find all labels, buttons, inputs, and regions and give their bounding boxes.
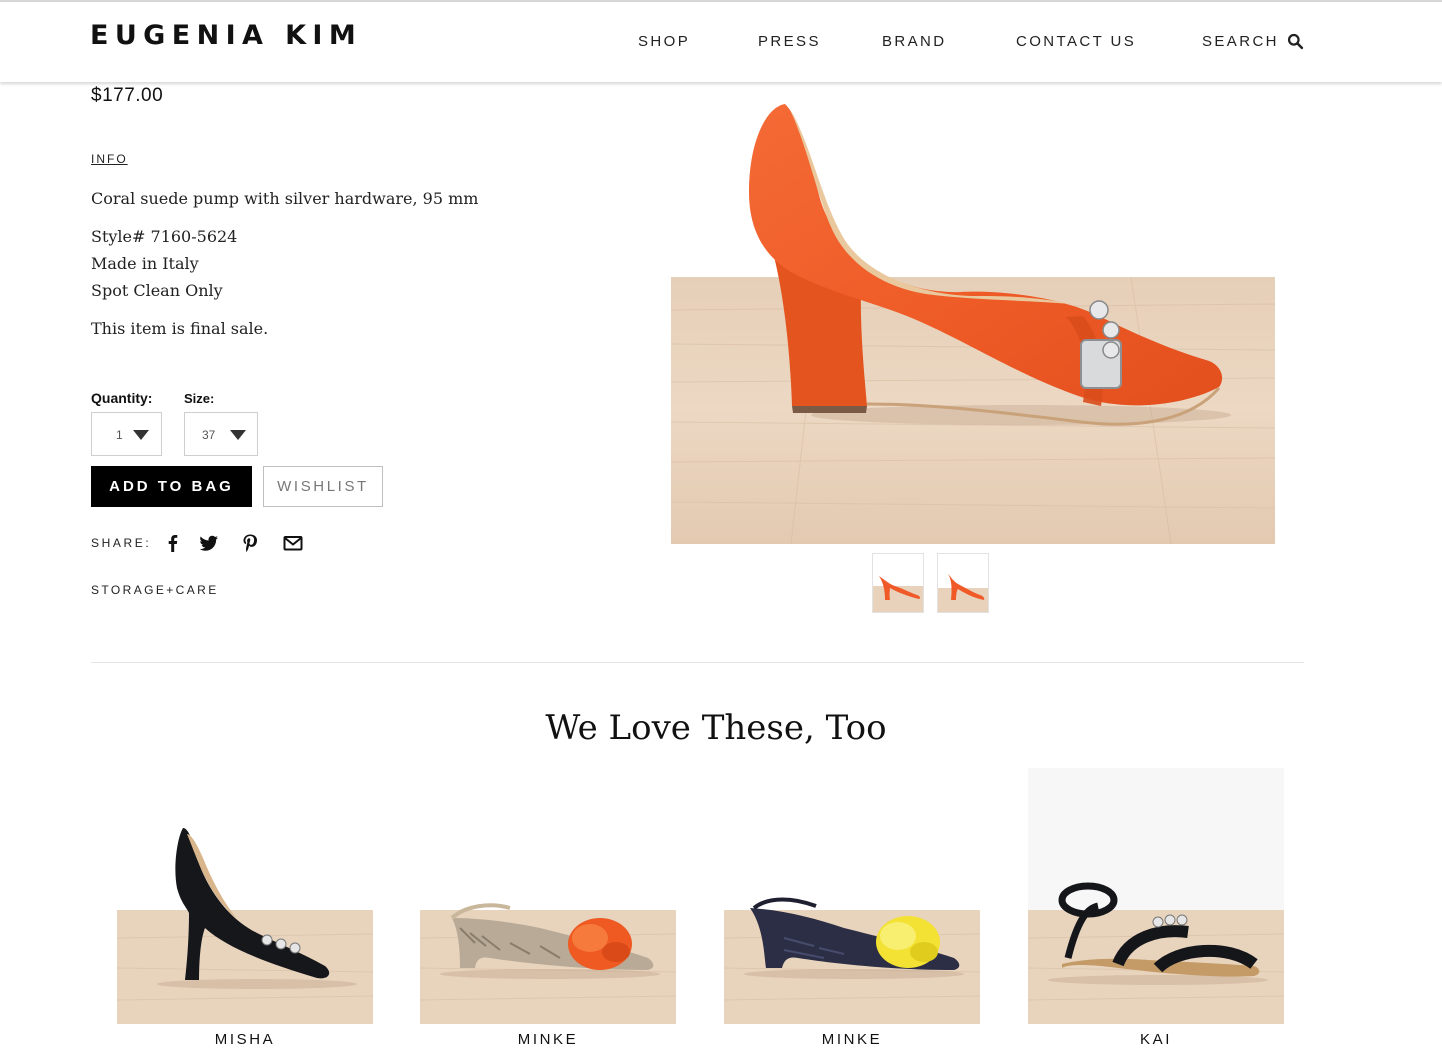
nav-contact-us[interactable]: CONTACT US — [1016, 33, 1136, 50]
product-description: Coral suede pump with silver hardware, 9… — [91, 189, 479, 208]
size-select[interactable]: 37 — [184, 412, 258, 456]
info-tab[interactable]: INFO — [91, 152, 128, 166]
nav-shop[interactable]: SHOP — [638, 33, 690, 50]
related-product-card[interactable]: MINKE — [724, 768, 980, 1060]
size-label: Size: — [184, 391, 215, 406]
product-origin: Made in Italy — [91, 254, 199, 273]
site-header: EUGENIA KIM SHOP PRESS BRAND CONTACT US … — [0, 0, 1442, 82]
product-style-number: Style# 7160-5624 — [91, 227, 238, 246]
related-section-title: We Love These, Too — [545, 708, 887, 748]
storage-care-link[interactable]: STORAGE+CARE — [91, 583, 219, 597]
product-image[interactable] — [724, 768, 980, 1024]
product-price: $177.00 — [91, 85, 164, 106]
share-label: SHARE: — [91, 536, 152, 550]
nav-brand[interactable]: BRAND — [882, 33, 947, 50]
product-name[interactable]: MISHA — [117, 1031, 373, 1048]
related-product-card[interactable]: KAI — [1028, 768, 1284, 1060]
product-image[interactable] — [117, 768, 373, 1024]
email-icon[interactable] — [282, 532, 304, 554]
nav-search[interactable]: SEARCH — [1202, 33, 1279, 50]
thumbnail-2[interactable] — [937, 553, 989, 613]
product-care: Spot Clean Only — [91, 281, 223, 300]
related-product-card[interactable]: MISHA — [117, 768, 373, 1060]
chevron-down-icon — [230, 430, 246, 440]
product-name[interactable]: MINKE — [724, 1031, 980, 1048]
nav-press[interactable]: PRESS — [758, 33, 821, 50]
add-to-bag-button[interactable]: ADD TO BAG — [91, 466, 252, 507]
product-image[interactable] — [1028, 768, 1284, 1024]
final-sale-note: This item is final sale. — [91, 319, 269, 338]
thumbnail-1[interactable] — [872, 553, 924, 613]
pinterest-icon[interactable] — [239, 532, 261, 554]
twitter-icon[interactable] — [198, 532, 220, 554]
quantity-label: Quantity: — [91, 390, 153, 406]
brand-logo[interactable]: EUGENIA KIM — [90, 20, 362, 51]
product-image[interactable] — [420, 768, 676, 1024]
facebook-icon[interactable] — [162, 532, 184, 554]
quantity-value: 1 — [116, 428, 123, 442]
product-name[interactable]: MINKE — [420, 1031, 676, 1048]
main-product-image[interactable] — [671, 82, 1275, 544]
product-name[interactable]: KAI — [1028, 1031, 1284, 1048]
size-value: 37 — [202, 428, 216, 442]
search-icon[interactable] — [1287, 33, 1304, 50]
related-product-card[interactable]: MINKE — [420, 768, 676, 1060]
chevron-down-icon — [133, 430, 149, 440]
wishlist-button[interactable]: WISHLIST — [263, 466, 383, 507]
section-divider — [91, 662, 1304, 663]
quantity-select[interactable]: 1 — [91, 412, 162, 456]
